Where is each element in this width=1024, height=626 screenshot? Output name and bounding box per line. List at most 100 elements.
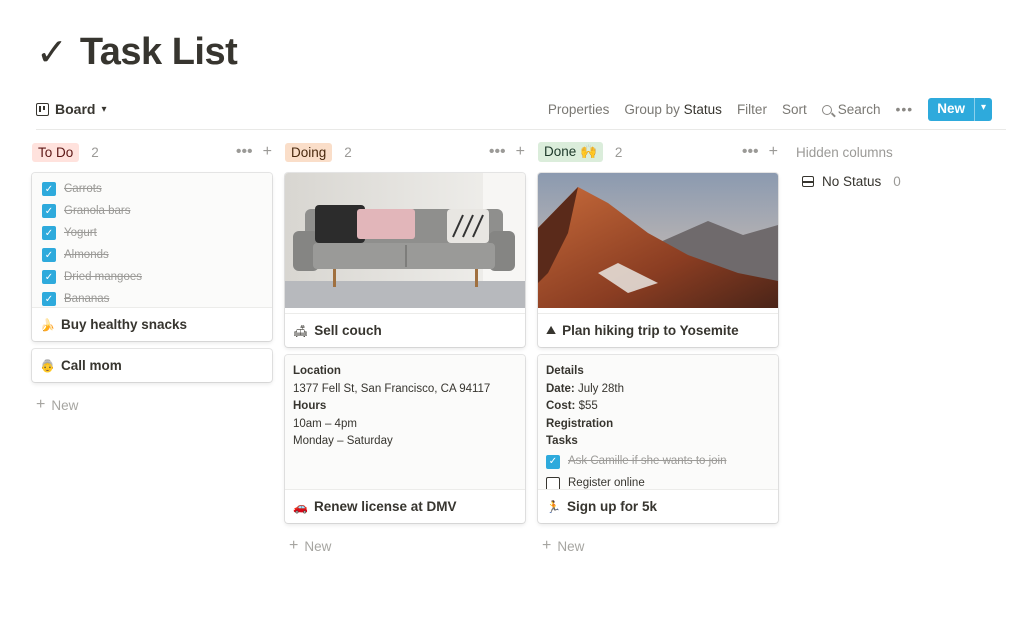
- add-new-card-button[interactable]: + New: [538, 531, 778, 561]
- checkbox-checked-icon[interactable]: ✓: [42, 182, 56, 196]
- mountain-icon: ⛰: [546, 323, 557, 337]
- card-plan-hiking-trip[interactable]: ⛰ Plan hiking trip to Yosemite: [538, 173, 778, 347]
- status-pill[interactable]: Done 🙌: [538, 142, 603, 162]
- property-heading: Tasks: [546, 435, 578, 447]
- checkbox-checked-icon[interactable]: ✓: [42, 226, 56, 240]
- card-title: 🏃 Sign up for 5k: [546, 499, 657, 514]
- column-done: Done 🙌 2 ••• + ⛰ Plan hiking trip to Yose…: [538, 140, 778, 561]
- search-label: Search: [837, 101, 881, 117]
- card-title: 🛋 Sell couch: [293, 323, 382, 338]
- column-add-icon[interactable]: +: [263, 143, 272, 161]
- view-switcher[interactable]: Board ▾: [36, 101, 106, 117]
- view-label: Board: [55, 101, 96, 117]
- days-value: Monday – Saturday: [293, 435, 393, 447]
- plus-icon: +: [36, 396, 46, 413]
- new-button[interactable]: New ▾: [928, 97, 992, 121]
- couch-icon: 🛋: [293, 323, 309, 338]
- couch-image: [285, 173, 525, 308]
- properties-preview: Location 1377 Fell St, San Francisco, CA…: [285, 355, 525, 490]
- card-title: 🍌 Buy healthy snacks: [40, 317, 188, 332]
- hidden-column-no-status[interactable]: No Status 0: [802, 174, 1011, 189]
- column-count: 2: [344, 144, 352, 160]
- checklist-preview: ✓ Carrots ✓ Granola bars ✓ Yogurt ✓ Almonds …: [32, 173, 272, 308]
- new-dropdown-icon[interactable]: ▾: [973, 97, 992, 121]
- old-woman-icon: 👵: [40, 358, 55, 373]
- property-heading: Details: [546, 365, 584, 377]
- column-count: 2: [614, 144, 623, 160]
- no-status-count: 0: [893, 174, 901, 189]
- property-heading: Location: [293, 365, 341, 377]
- card-title: 👵 Call mom: [40, 358, 122, 373]
- hidden-columns-panel: Hidden columns No Status 0: [796, 140, 1011, 190]
- task-item: Register online: [546, 473, 770, 489]
- checkbox-empty-icon[interactable]: [546, 476, 560, 489]
- mountain-photo: [538, 173, 778, 314]
- card-sell-couch[interactable]: 🛋 Sell couch: [285, 173, 525, 347]
- properties-button[interactable]: Properties: [548, 102, 610, 117]
- card-title: ⛰ Plan hiking trip to Yosemite: [546, 323, 739, 338]
- hidden-columns-label: Hidden columns: [796, 144, 893, 160]
- more-options-button[interactable]: •••: [895, 101, 913, 117]
- column-add-icon[interactable]: +: [516, 143, 525, 161]
- plus-icon: +: [289, 537, 299, 554]
- checkbox-checked-icon[interactable]: ✓: [42, 248, 56, 262]
- plus-icon: +: [542, 537, 552, 554]
- status-pill[interactable]: To Do: [32, 142, 80, 162]
- no-status-label: No Status: [822, 174, 882, 189]
- card-buy-healthy-snacks[interactable]: ✓ Carrots ✓ Granola bars ✓ Yogurt ✓ Almonds …: [32, 173, 272, 341]
- filter-button[interactable]: Filter: [737, 102, 767, 117]
- column-more-icon[interactable]: •••: [742, 143, 759, 161]
- group-by-button[interactable]: Group by Status: [624, 102, 722, 117]
- column-doing: Doing 2 ••• + 🛋 Sell couch Location 1377…: [285, 140, 525, 561]
- banana-icon: 🍌: [40, 317, 55, 332]
- board-icon: [36, 102, 49, 116]
- add-new-card-button[interactable]: + New: [32, 390, 272, 420]
- checkbox-checked-icon[interactable]: ✓: [546, 454, 560, 469]
- database-toolbar: Board ▾ Properties Group by Status Filte…: [36, 96, 992, 122]
- property-heading: Registration: [546, 417, 614, 430]
- checklist-item: ✓ Yogurt: [42, 222, 262, 244]
- checklist-item: ✓ Granola bars: [42, 200, 262, 222]
- column-more-icon[interactable]: •••: [489, 143, 506, 161]
- search-button[interactable]: Search: [821, 101, 881, 117]
- task-item: ✓ Ask Camille if she wants to join: [546, 451, 770, 473]
- group-by-prefix: Group by: [624, 101, 680, 117]
- column-to-do: To Do 2 ••• + ✓ Carrots ✓ Granola bars ✓ Yog…: [32, 140, 272, 420]
- toolbar-divider: [36, 129, 1006, 130]
- chevron-down-icon: ▾: [101, 103, 107, 115]
- sort-button[interactable]: Sort: [782, 102, 807, 117]
- property-heading: Hours: [293, 400, 327, 412]
- runner-icon: 🏃: [546, 499, 561, 514]
- add-new-card-button[interactable]: + New: [285, 531, 525, 561]
- mountain-image: [538, 173, 778, 308]
- column-header: Doing 2 ••• +: [285, 140, 525, 164]
- cost-row: Cost: $55: [546, 400, 598, 412]
- page-title-text[interactable]: Task List: [80, 31, 238, 74]
- card-title: 🚗 Renew license at DMV: [293, 499, 457, 514]
- checklist-item: ✓ Carrots: [42, 178, 262, 200]
- column-more-icon[interactable]: •••: [236, 143, 253, 161]
- checklist-item: ✓ Almonds: [42, 244, 262, 266]
- card-call-mom[interactable]: 👵 Call mom: [32, 349, 272, 382]
- date-row: Date: July 28th: [546, 382, 624, 395]
- hours-value: 10am – 4pm: [293, 417, 357, 430]
- checkbox-checked-icon[interactable]: ✓: [42, 292, 56, 306]
- car-icon: 🚗: [293, 499, 308, 514]
- status-pill[interactable]: Doing: [285, 142, 333, 162]
- inbox-icon: [802, 176, 814, 187]
- checklist-item: ✓ Bananas: [42, 288, 262, 307]
- checkbox-checked-icon[interactable]: ✓: [42, 204, 56, 218]
- page-title: ✓ Task List: [36, 30, 238, 74]
- new-button-label[interactable]: New: [928, 98, 974, 121]
- column-add-icon[interactable]: +: [769, 143, 778, 161]
- card-renew-license[interactable]: Location 1377 Fell St, San Francisco, CA…: [285, 355, 525, 523]
- checklist-item: ✓ Dried mangoes: [42, 266, 262, 288]
- couch-photo: [285, 173, 525, 314]
- card-sign-up-5k[interactable]: Details Date: July 28th Cost: $55 Regist…: [538, 355, 778, 523]
- column-count: 2: [91, 144, 99, 160]
- column-header: To Do 2 ••• +: [32, 140, 272, 164]
- address-value: 1377 Fell St, San Francisco, CA 94117: [293, 382, 491, 395]
- properties-preview: Details Date: July 28th Cost: $55 Regist…: [538, 355, 778, 490]
- search-icon: [821, 104, 832, 115]
- checkbox-checked-icon[interactable]: ✓: [42, 270, 56, 284]
